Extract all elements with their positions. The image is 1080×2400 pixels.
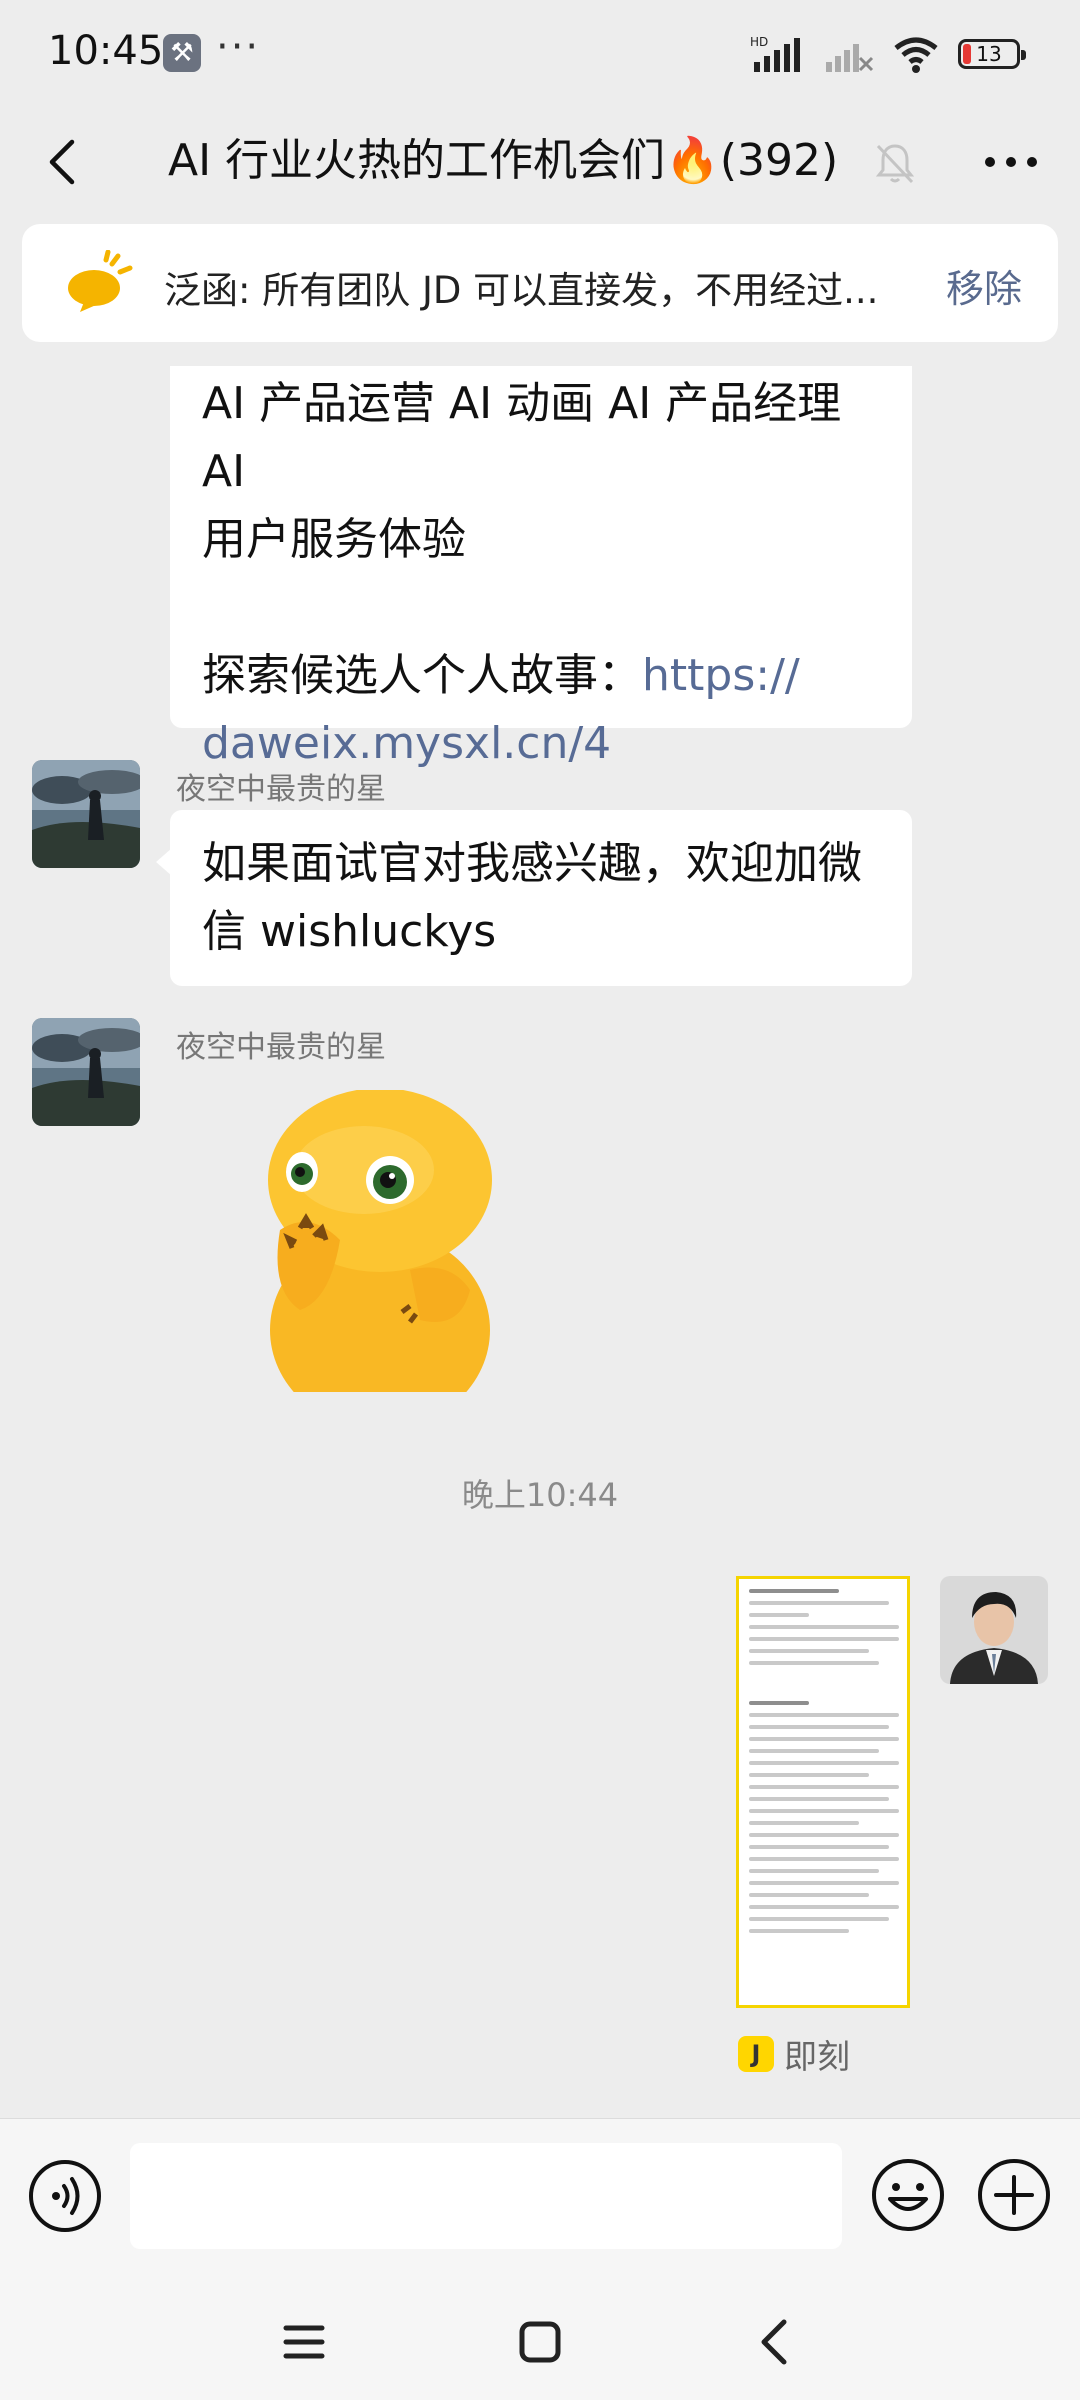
sender-name: 夜空中最贵的星 [176,1030,386,1065]
message-line [202,574,880,642]
pinned-text: 泛函: 所有团队 JD 可以直接发，不用经过... [164,269,879,312]
avatar[interactable] [32,760,140,868]
emoji-icon[interactable] [870,2157,946,2233]
signal-icon: HD [750,35,800,72]
wifi-icon [894,37,938,73]
message-line: 如果面试官对我感兴趣，欢迎加微 [202,838,862,889]
input-bar [0,2118,1080,2279]
yellow-creature-sticker[interactable] [240,1090,500,1392]
avatar-landscape-icon [32,1018,140,1126]
mute-bell-icon [875,144,915,184]
message-text: 探索候选人个人故事： [202,650,642,701]
battery-icon: 13 [958,39,1026,69]
time-separator: 晚上10:44 [461,1476,619,1514]
status-time: 10:45 [48,28,164,74]
back-nav-icon[interactable] [746,2312,806,2372]
pinned-announcement[interactable]: 泛函: 所有团队 JD 可以直接发，不用经过... 移除 [22,224,1058,342]
more-options-icon[interactable] [976,134,1046,190]
card-source[interactable]: J 即刻 [738,2030,850,2078]
message-input[interactable] [130,2143,842,2249]
message-bubble[interactable]: AI 产品运营 AI 动画 AI 产品经理 AI 用户服务体验 探索候选人个人故… [170,366,912,769]
more-notifications-icon: ··· [216,24,261,70]
status-icons: HD 13 [750,32,1026,76]
plus-icon[interactable] [976,2157,1052,2233]
message-line: 用户服务体验 [202,514,466,565]
remove-button[interactable]: 移除 [946,258,1022,313]
hd-label: HD [750,35,768,49]
message-line: 探索候选人个人故事：https:// [202,642,880,710]
jike-logo-icon: J [738,2036,774,2072]
avatar[interactable] [32,1018,140,1126]
chat-title: AI 行业火热的工作机会们🔥(392) [168,135,839,186]
battery-level: 13 [976,42,1002,66]
card-source-label: 即刻 [784,2037,850,2076]
my-avatar[interactable] [940,1576,1048,1684]
message-line: AI 产品运营 AI 动画 AI 产品经理 AI [202,378,842,497]
avatar-landscape-icon [32,760,140,868]
system-nav-bar [0,2278,1080,2400]
signal-off-icon [826,44,874,72]
menu-nav-icon[interactable] [274,2312,334,2372]
home-nav-icon[interactable] [510,2312,570,2372]
back-arrow-icon[interactable] [36,134,92,190]
chat-header: AI 行业火热的工作机会们🔥(392) [0,108,1080,216]
message-bubble[interactable]: 如果面试官对我感兴趣，欢迎加微 信 wishluckys [170,810,912,986]
avatar-person-icon [940,1576,1048,1684]
message-line: 信 wishluckys [202,906,497,957]
sender-name: 夜空中最贵的星 [176,772,386,807]
announcement-icon [68,250,133,312]
status-bar: 10:45 ⚒ ··· HD 13 [0,0,1080,108]
message-link[interactable]: https:// [642,650,800,701]
wrench-icon: ⚒ [163,34,201,72]
voice-input-icon[interactable] [28,2159,102,2233]
shared-card-preview[interactable] [736,1576,910,2008]
